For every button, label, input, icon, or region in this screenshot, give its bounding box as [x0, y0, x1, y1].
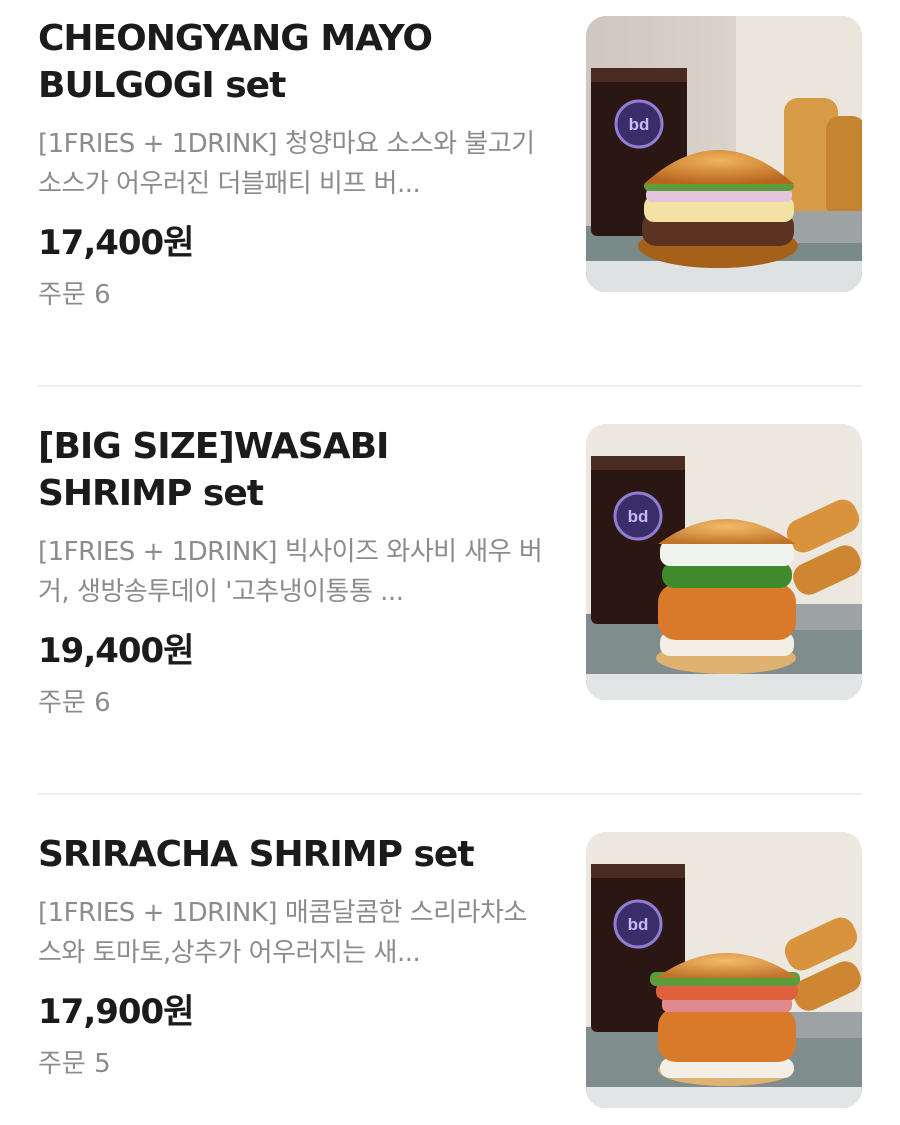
menu-item-order-count: 주문 6 — [38, 279, 111, 310]
menu-item-name: [BIG SIZE]WASABI SHRIMP set — [38, 424, 548, 518]
menu-item-text: SRIRACHA SHRIMP set [1FRIES + 1DRINK] 매콤… — [38, 832, 548, 1080]
menu-item-text: [BIG SIZE]WASABI SHRIMP set [1FRIES + 1D… — [38, 424, 548, 719]
menu-list: CHEONGYANG MAYO BULGOGI set [1FRIES + 1D… — [0, 0, 900, 1125]
burger-set-photo: bd — [586, 424, 862, 700]
burger-set-photo: bd — [586, 16, 862, 292]
menu-item-name-line: [BIG SIZE]WASABI — [38, 426, 389, 467]
menu-item-price: 17,400원 — [38, 222, 194, 263]
menu-item-order-count: 주문 5 — [38, 1048, 111, 1079]
photo-badge-text: bd — [629, 115, 650, 134]
menu-item-description: [1FRIES + 1DRINK] 청양마요 소스와 불고기 소스가 어우러진 … — [38, 128, 535, 199]
menu-item-name-line: SHRIMP set — [38, 472, 264, 514]
menu-item-photo[interactable]: bd — [586, 424, 862, 700]
menu-item-name: SRIRACHA SHRIMP set — [38, 832, 548, 879]
menu-item-price: 19,400원 — [38, 630, 194, 671]
burger-set-photo: bd — [586, 832, 862, 1108]
menu-item-order-count: 주문 6 — [38, 687, 111, 718]
menu-item-name-line: BULGOGI set — [38, 64, 286, 106]
menu-item-photo[interactable]: bd — [586, 16, 862, 292]
menu-divider — [38, 385, 862, 387]
menu-item-price: 17,900원 — [38, 991, 194, 1032]
photo-badge-text: bd — [628, 915, 649, 934]
menu-item-name-line: SRIRACHA SHRIMP set — [38, 834, 475, 875]
menu-item-description: [1FRIES + 1DRINK] 빅사이즈 와사비 새우 버거, 생방송투데이… — [38, 536, 543, 607]
menu-item-photo[interactable]: bd — [586, 832, 862, 1108]
menu-item-name-line: CHEONGYANG MAYO — [38, 18, 433, 59]
menu-item-text: CHEONGYANG MAYO BULGOGI set [1FRIES + 1D… — [38, 16, 548, 311]
menu-divider — [38, 793, 862, 795]
photo-badge-text: bd — [628, 507, 649, 526]
menu-item-name: CHEONGYANG MAYO BULGOGI set — [38, 16, 548, 110]
menu-item-description: [1FRIES + 1DRINK] 매콤달콤한 스리라차소스와 토마토,상추가 … — [38, 897, 527, 969]
